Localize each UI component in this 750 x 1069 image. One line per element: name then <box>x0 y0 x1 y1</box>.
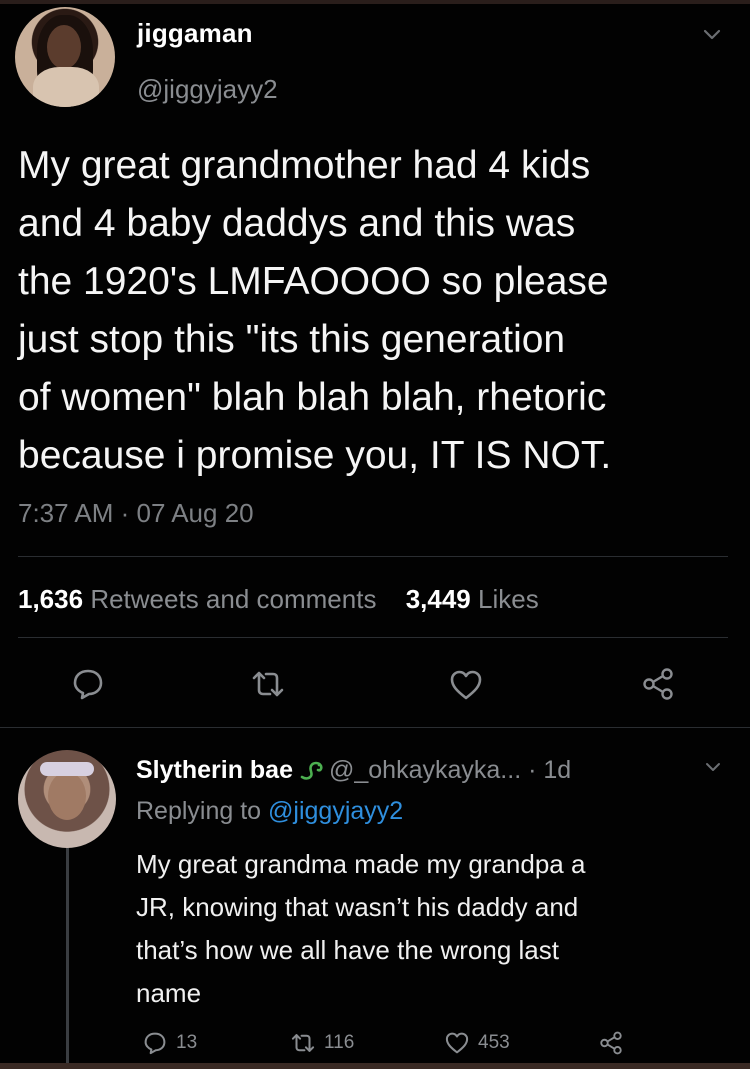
reply-display-name[interactable]: Slytherin bae <box>136 756 293 784</box>
reply-time[interactable]: · 1d <box>528 756 571 784</box>
author-avatar[interactable] <box>15 7 115 107</box>
tweet-text: My great grandmother had 4 kids and 4 ba… <box>18 144 612 477</box>
retweets-label[interactable]: Retweets and comments <box>90 584 376 614</box>
reply-text: My great grandma made my grandpa a JR, k… <box>136 849 586 1008</box>
share-icon <box>600 1031 622 1055</box>
author-display-name[interactable]: jiggaman <box>137 18 253 49</box>
reply-reply-button[interactable]: 13 <box>142 1029 197 1057</box>
tweet-stats: 1,636 Retweets and comments 3,449 Likes <box>18 584 539 615</box>
replying-to-label: Replying to <box>136 797 262 825</box>
likes-label[interactable]: Likes <box>478 584 539 614</box>
like-icon[interactable] <box>448 667 484 703</box>
replying-to-mention[interactable]: @jiggyjayy2 <box>268 797 403 825</box>
top-edge <box>0 0 750 4</box>
reply-icon <box>144 1032 166 1055</box>
retweet-icon[interactable] <box>250 666 286 702</box>
reply-handle[interactable]: @_ohkaykayka... <box>329 756 521 784</box>
reply-retweet-count: 116 <box>324 1032 355 1053</box>
divider <box>18 637 728 638</box>
reply-header: Slytherin bae @_ohkaykayka... · 1d <box>136 756 571 785</box>
like-icon <box>445 1032 469 1054</box>
reply-reply-count: 13 <box>176 1032 198 1053</box>
thread-line <box>66 825 69 1065</box>
likes-count[interactable]: 3,449 <box>406 584 471 614</box>
reply-share-button[interactable] <box>598 1029 624 1057</box>
reply-like-button[interactable]: 453 <box>444 1029 510 1057</box>
tweet-screenshot: jiggaman @jiggyjayy2 My great grandmothe… <box>0 0 750 1069</box>
share-icon[interactable] <box>640 666 676 702</box>
tweet-timestamp[interactable]: 7:37 AM · 07 Aug 20 <box>18 498 254 529</box>
reply-author-avatar[interactable] <box>18 750 116 848</box>
chevron-down-icon[interactable] <box>704 758 722 776</box>
replying-to: Replying to @jiggyjayy2 <box>136 797 403 826</box>
author-handle[interactable]: @jiggyjayy2 <box>137 74 278 105</box>
retweets-count[interactable]: 1,636 <box>18 584 83 614</box>
bottom-edge <box>0 1063 750 1069</box>
reply-icon[interactable] <box>70 666 106 702</box>
chevron-down-icon[interactable] <box>702 24 722 44</box>
reply-like-count: 453 <box>478 1032 510 1053</box>
snake-emoji-icon <box>299 759 325 781</box>
reply-retweet-button[interactable]: 116 <box>290 1029 354 1057</box>
divider <box>0 727 750 728</box>
retweet-icon <box>291 1034 315 1052</box>
divider <box>18 556 728 557</box>
